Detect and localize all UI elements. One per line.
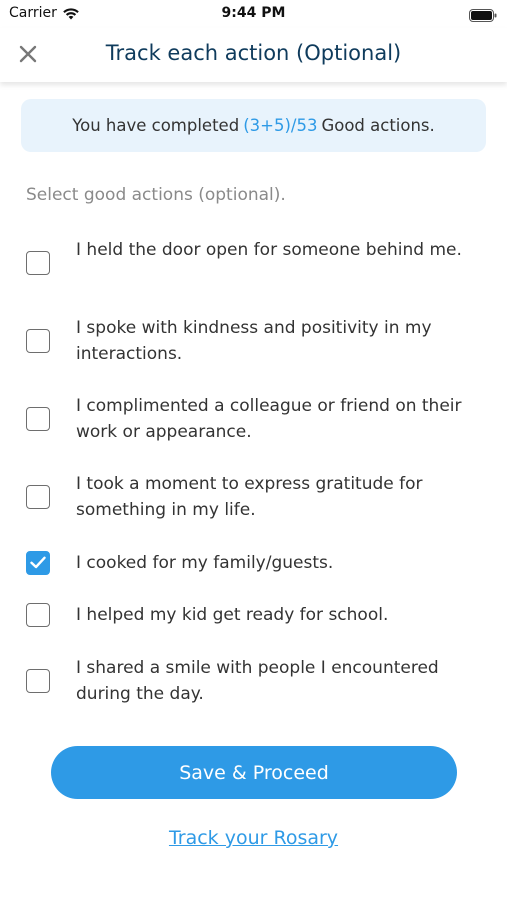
action-label: I cooked for my family/guests. [76,553,334,573]
progress-prefix: You have completed [72,116,240,135]
action-label: I held the door open for someone behind … [76,240,462,260]
action-label: I took a moment to express gratitude for… [76,474,423,520]
progress-summary: You have completed (3+5)/53 Good actions… [21,99,486,152]
action-checkbox[interactable] [26,329,50,353]
action-label: I spoke with kindness and positivity in … [76,318,432,364]
action-checkbox[interactable] [26,669,50,693]
status-time: 9:44 PM [221,5,286,21]
progress-suffix: Good actions. [321,116,435,135]
action-label: I helped my kid get ready for school. [76,605,389,625]
action-checkbox-checked[interactable] [26,551,50,575]
action-label: I complimented a colleague or friend on … [76,396,462,442]
action-checkbox[interactable] [26,407,50,431]
action-checkbox[interactable] [26,603,50,627]
save-proceed-button[interactable]: Save & Proceed [51,746,457,799]
battery-icon [469,7,497,26]
progress-count: (3+5)/53 [243,116,318,135]
action-checkbox[interactable] [26,485,50,509]
action-label: I shared a smile with people I encounter… [76,658,439,704]
page-title: Track each action (Optional) [105,41,402,65]
nav-header: Track each action (Optional) [0,28,507,82]
select-hint: Select good actions (optional). [26,185,286,205]
action-checkbox[interactable] [26,251,50,275]
checkmark-icon [30,556,46,569]
status-bar: Carrier 9:44 PM [0,0,507,28]
track-rosary-link[interactable]: Track your Rosary [0,827,507,849]
